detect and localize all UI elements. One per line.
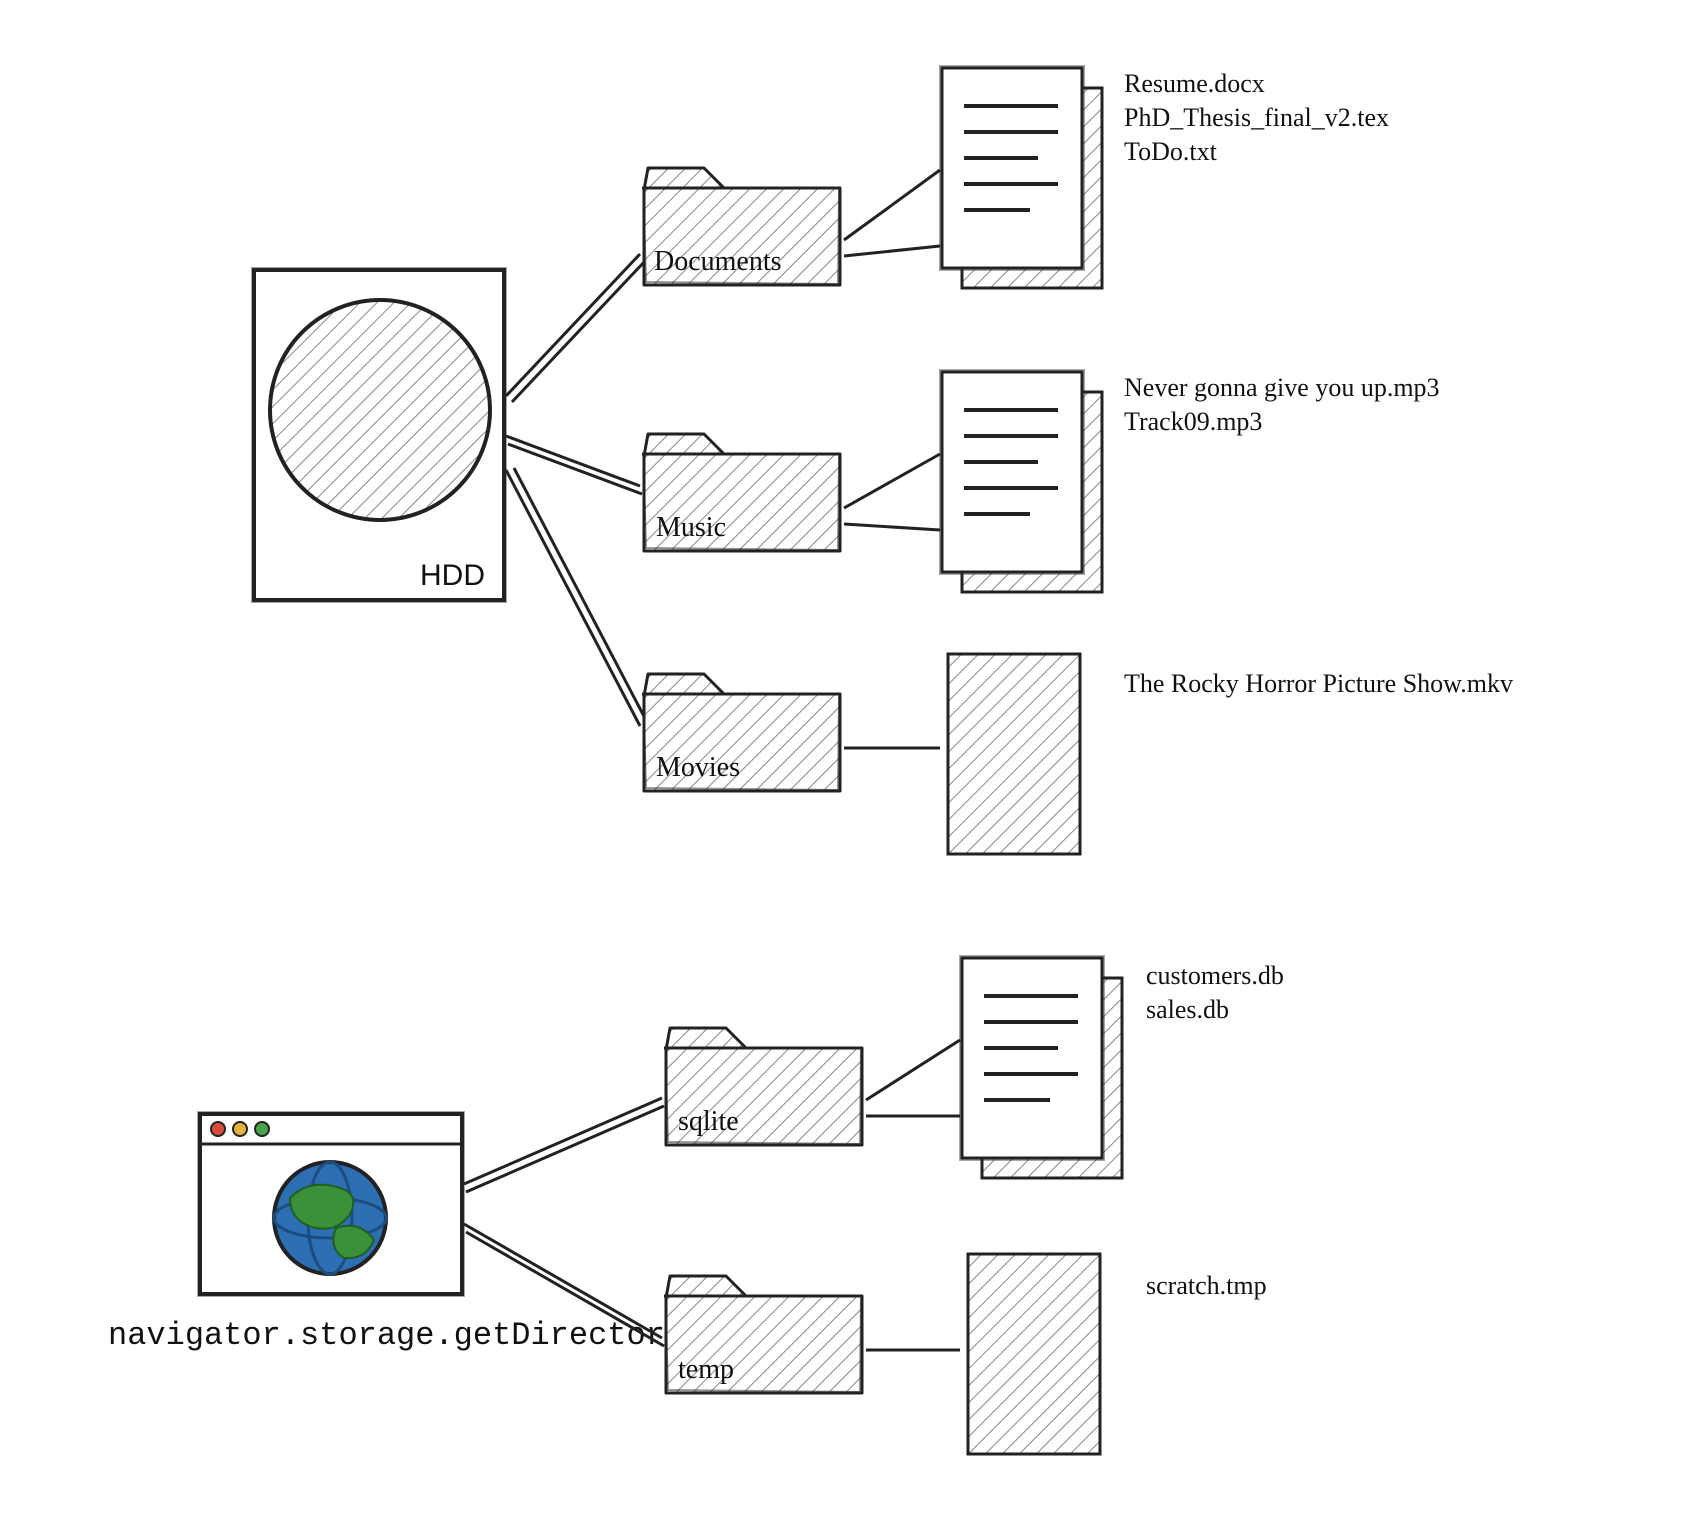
browser-window-icon xyxy=(198,1112,464,1296)
file-documents-2: ToDo.txt xyxy=(1124,137,1218,166)
connector-sqlite-files xyxy=(866,1040,960,1116)
file-sqlite-0: customers.db xyxy=(1146,961,1284,990)
connector-music-files xyxy=(844,454,940,530)
connector-documents-files xyxy=(844,170,940,256)
connector-hdd-movies xyxy=(506,468,648,726)
folder-music: Music xyxy=(642,434,840,551)
folder-temp: temp xyxy=(664,1276,862,1393)
connector-browser-sqlite xyxy=(464,1098,664,1192)
window-dot-yellow xyxy=(233,1122,247,1136)
connector-hdd-documents xyxy=(506,254,646,402)
pages-sqlite xyxy=(960,956,1122,1178)
hdd-label: HDD xyxy=(420,559,485,592)
file-documents-1: PhD_Thesis_final_v2.tex xyxy=(1124,103,1389,132)
folder-documents-label: Documents xyxy=(654,246,782,277)
connector-hdd-music xyxy=(506,436,642,494)
hdd-icon: HDD xyxy=(252,268,506,602)
pages-documents xyxy=(940,66,1102,288)
globe-icon xyxy=(274,1162,386,1274)
window-dot-red xyxy=(211,1122,225,1136)
file-sqlite-1: sales.db xyxy=(1146,995,1229,1024)
file-movies-0: The Rocky Horror Picture Show.mkv xyxy=(1124,669,1513,698)
folder-sqlite: sqlite xyxy=(664,1028,862,1145)
window-dot-green xyxy=(255,1122,269,1136)
folder-documents: Documents xyxy=(642,168,840,285)
folder-sqlite-label: sqlite xyxy=(678,1106,739,1137)
folder-music-label: Music xyxy=(656,512,726,543)
folder-temp-label: temp xyxy=(678,1354,734,1385)
file-documents-0: Resume.docx xyxy=(1124,69,1265,98)
browser-api-label: navigator.storage.getDirectory() xyxy=(108,1317,723,1354)
file-temp-0: scratch.tmp xyxy=(1146,1271,1267,1300)
folder-movies: Movies xyxy=(642,674,840,791)
pages-music xyxy=(940,370,1102,592)
folder-movies-label: Movies xyxy=(656,752,740,783)
page-temp xyxy=(968,1254,1100,1454)
file-music-0: Never gonna give you up.mp3 xyxy=(1124,373,1440,402)
page-movies xyxy=(948,654,1080,854)
file-music-1: Track09.mp3 xyxy=(1124,407,1262,436)
